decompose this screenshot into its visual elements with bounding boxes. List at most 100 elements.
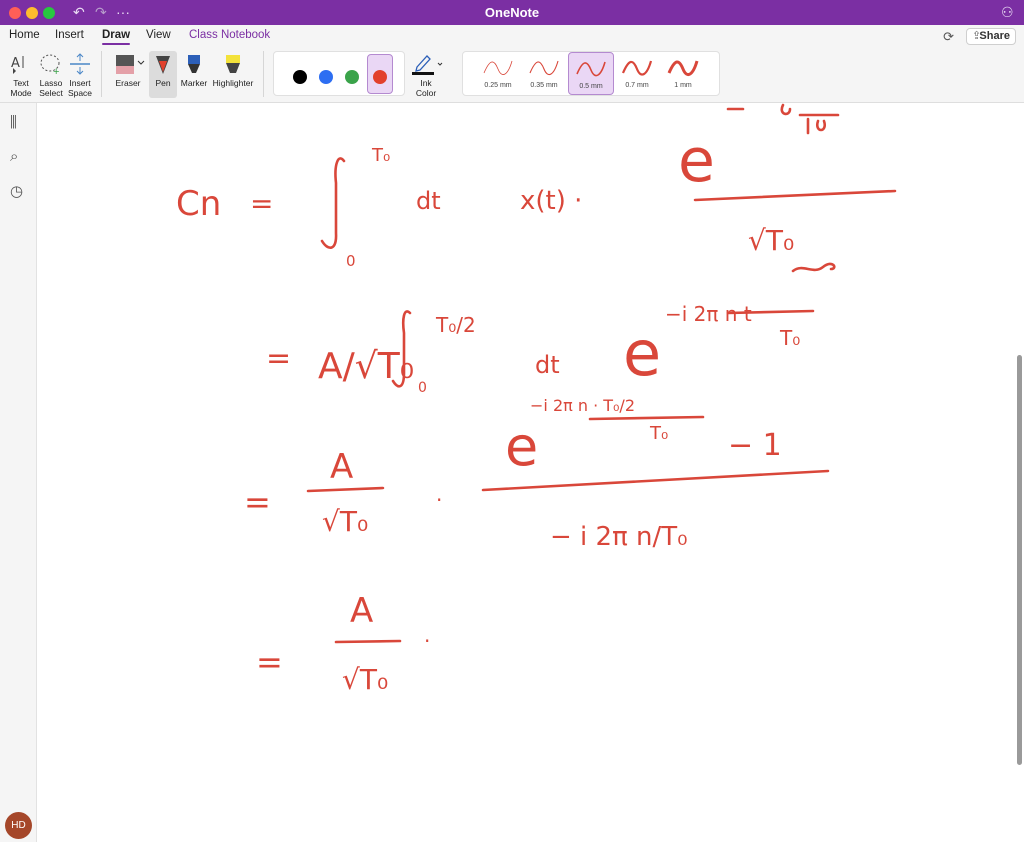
ink-color-palette — [273, 51, 405, 96]
highlighter-button[interactable]: Highlighter — [211, 47, 255, 88]
sync-icon[interactable]: ⟳ — [943, 29, 954, 45]
highlighter-icon — [226, 55, 240, 73]
ink-dot: · — [424, 629, 430, 653]
ink-equals: = — [256, 643, 283, 681]
pen-stroke-icon — [621, 60, 653, 76]
eraser-button[interactable]: Eraser — [110, 47, 146, 88]
color-blue-swatch[interactable] — [319, 70, 333, 84]
insert-space-label: Insert Space — [67, 78, 93, 98]
note-canvas[interactable]: Cn = T₀ 0 dt x(t) · e √T₀ = A/√T₀ T₀/2 0… — [38, 103, 1024, 842]
ink-exponential-e: e — [678, 126, 715, 196]
vertical-scrollbar[interactable] — [1017, 355, 1022, 765]
ink-minus-one: − 1 — [728, 428, 782, 463]
tab-insert[interactable]: Insert — [55, 29, 84, 41]
ink-sqrt-t0: √T₀ — [322, 505, 368, 538]
thickness-option[interactable]: 0.35 mm — [521, 52, 567, 95]
pen-stroke-icon — [576, 61, 606, 77]
color-red-swatch[interactable] — [373, 70, 387, 84]
ink-fraction-bar — [588, 415, 705, 421]
ink-numerator-a: A — [330, 447, 353, 487]
ink-exponential-e: e — [623, 317, 661, 390]
tab-home[interactable]: Home — [9, 29, 40, 41]
ink-denominator: − i 2π n/T₀ — [550, 522, 688, 552]
eraser-label: Eraser — [115, 78, 141, 88]
highlighter-label: Highlighter — [212, 78, 254, 88]
ink-brace — [791, 262, 836, 273]
ink-fraction-bar — [306, 486, 385, 493]
pen-icon — [156, 56, 170, 74]
ink-a-over-sqrt-t0: A/√T₀ — [318, 346, 414, 387]
ink-fraction-bar — [693, 189, 897, 202]
pen-label: Pen — [155, 78, 171, 88]
share-icon: ⇪ — [972, 30, 982, 42]
thickness-label: 1 mm — [674, 82, 692, 89]
svg-text:A: A — [11, 56, 20, 71]
toolbar-divider — [101, 51, 102, 97]
ink-upper-limit: T₀ — [371, 145, 390, 166]
text-mode-icon: A — [11, 56, 24, 74]
tab-draw[interactable]: Draw — [102, 29, 131, 45]
account-icon[interactable]: ⚇ — [1001, 3, 1014, 21]
color-green-swatch[interactable] — [345, 70, 359, 84]
window-title: OneNote — [484, 5, 540, 20]
user-avatar[interactable]: HD — [5, 812, 32, 839]
text-mode-label: Text Mode — [10, 78, 32, 98]
ink-numerator-a: A — [350, 591, 373, 631]
ink-integral-sign — [320, 157, 346, 249]
thickness-label: 0.5 mm — [579, 83, 603, 90]
ink-cn: Cn — [176, 184, 221, 224]
recent-notes-icon[interactable]: ◷ — [10, 182, 23, 200]
thickness-option[interactable]: 1 mm — [660, 52, 706, 95]
tab-view[interactable]: View — [146, 29, 171, 41]
ink-upper-limit: T₀/2 — [435, 313, 476, 337]
handwritten-equations: Cn = T₀ 0 dt x(t) · e √T₀ = A/√T₀ T₀/2 0… — [176, 103, 897, 696]
ink-sqrt-t0: √T₀ — [342, 663, 388, 696]
search-icon[interactable]: ⌕ — [10, 148, 18, 165]
ink-equals: = — [244, 483, 271, 521]
marker-button[interactable]: Marker — [179, 47, 209, 88]
thickness-label: 0.7 mm — [625, 82, 649, 89]
ink-stroke — [798, 113, 840, 135]
ink-color-icon — [412, 55, 443, 75]
share-button[interactable]: ⇪ Share — [966, 28, 1016, 45]
ink-exponent-denominator: T₀ — [779, 326, 800, 350]
ink-exponential-e: e — [505, 415, 538, 478]
toolbar-divider — [263, 51, 264, 97]
ink-fraction-bar — [334, 639, 402, 644]
ink-lower-limit: 0 — [346, 252, 356, 270]
ink-color-label: Ink Color — [415, 78, 437, 98]
share-label: Share — [979, 30, 1010, 42]
draw-toolbar: A Text Mode + Lasso Select Insert Space … — [0, 47, 1024, 103]
thickness-option-selected[interactable]: 0.5 mm — [568, 52, 614, 95]
pen-button[interactable]: Pen — [149, 51, 177, 98]
ink-exponent: −i 2π n · T₀/2 — [530, 396, 635, 415]
thickness-option[interactable]: 0.7 mm — [614, 52, 660, 95]
insert-space-button[interactable]: Insert Space — [65, 47, 95, 98]
thickness-label: 0.35 mm — [530, 82, 558, 89]
marker-label: Marker — [180, 78, 208, 88]
notebooks-icon[interactable]: ⫼ — [10, 114, 17, 131]
pen-stroke-icon — [529, 60, 559, 76]
ink-sqrt-t0: √T₀ — [748, 224, 794, 257]
ink-equals: = — [250, 187, 273, 220]
text-mode-button[interactable]: A Text Mode — [6, 47, 36, 98]
navigation-sidebar: ⫼ ⌕ ◷ HD — [0, 103, 37, 842]
color-black-swatch[interactable] — [293, 70, 307, 84]
title-bar: ↶ ↷ ··· OneNote ⚇ — [0, 0, 1024, 25]
marker-icon — [188, 55, 200, 73]
insert-space-icon — [70, 53, 90, 75]
pen-stroke-icon — [483, 60, 513, 75]
ink-dt: dt — [535, 351, 560, 379]
ink-color-button[interactable]: Ink Color — [406, 47, 446, 98]
ink-stroke — [726, 103, 792, 116]
ink-exponent-denominator: T₀ — [649, 423, 668, 444]
lasso-select-button[interactable]: + Lasso Select — [36, 47, 66, 98]
thickness-option[interactable]: 0.25 mm — [475, 52, 521, 95]
eraser-icon — [116, 55, 145, 74]
pen-stroke-icon — [667, 60, 699, 76]
lasso-select-label: Lasso Select — [39, 78, 63, 98]
tab-class-notebook[interactable]: Class Notebook — [189, 29, 270, 41]
ink-dot: · — [436, 488, 442, 512]
ink-dt: dt — [416, 187, 441, 215]
thickness-label: 0.25 mm — [484, 82, 512, 89]
